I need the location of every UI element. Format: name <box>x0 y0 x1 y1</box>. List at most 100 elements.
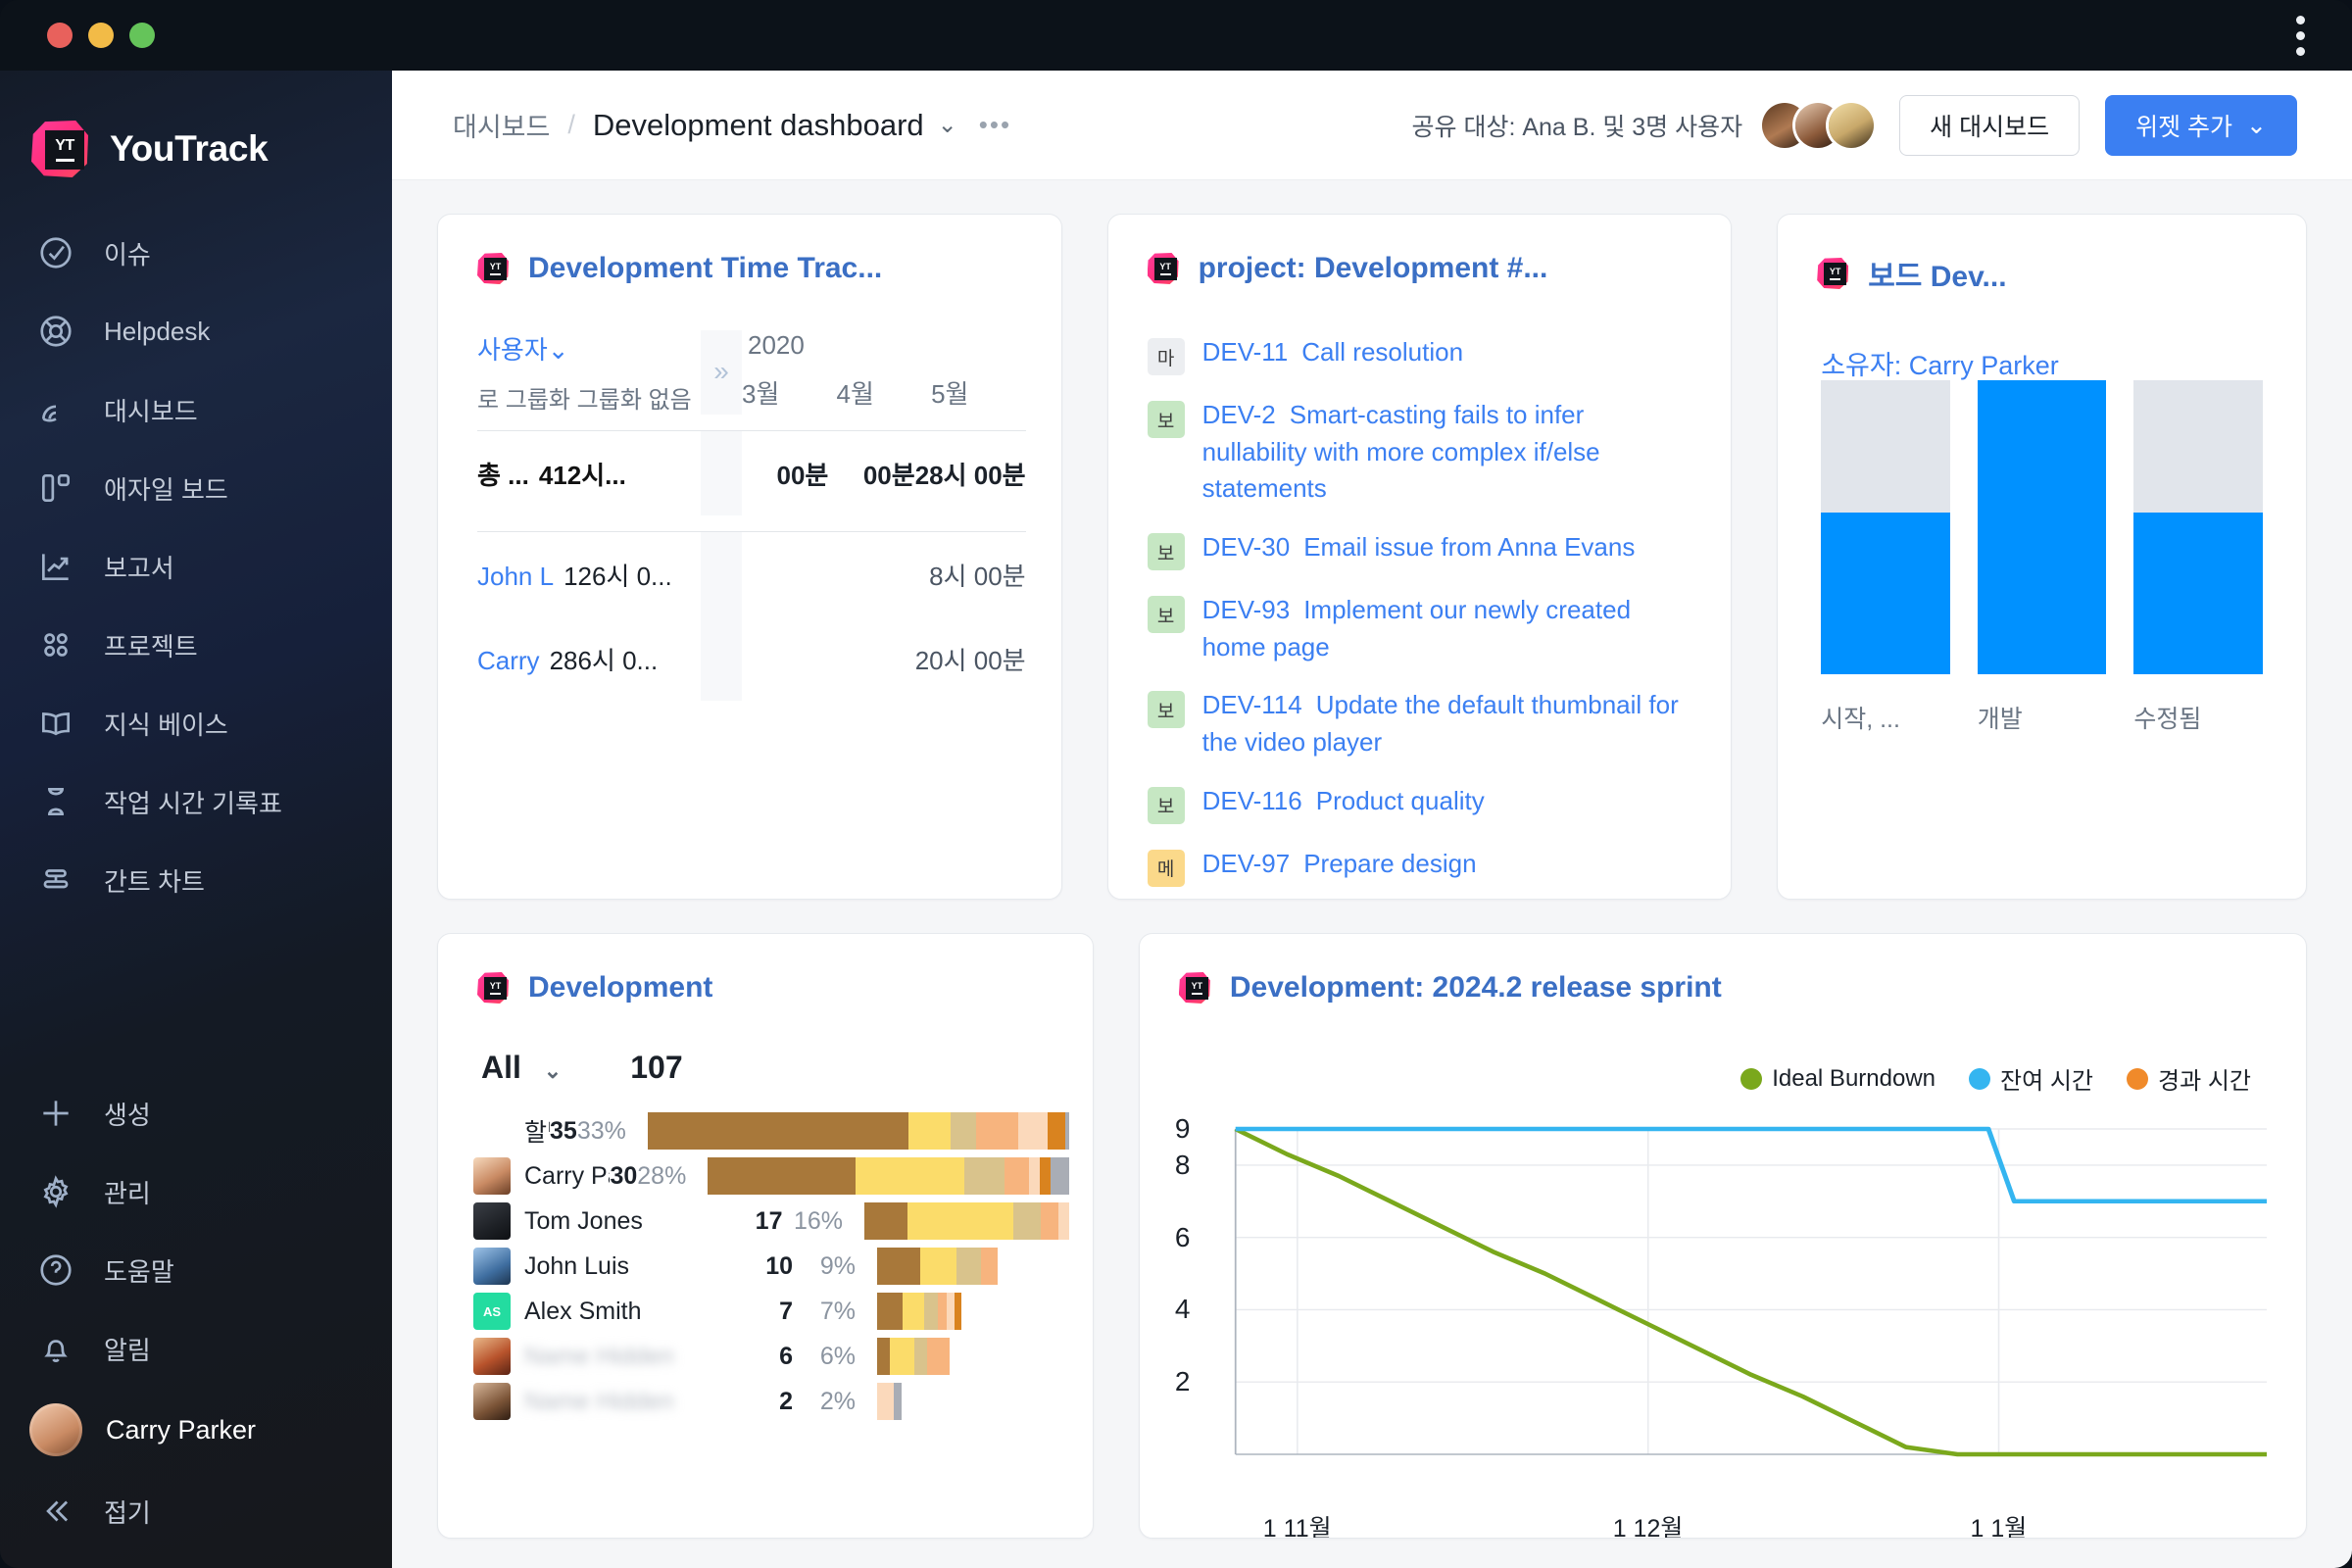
issue-link[interactable]: DEV-30 Email issue from Anna Evans <box>1202 529 1636 566</box>
list-item[interactable]: 할당되지 않음3533% <box>473 1111 1069 1151</box>
minimize-window-button[interactable] <box>88 23 114 48</box>
list-item[interactable]: 보 DEV-114 Update the default thumbnail fo… <box>1147 687 1692 760</box>
widget-burndown: YT Development: 2024.2 release sprint Id… <box>1138 933 2307 1539</box>
new-dashboard-button[interactable]: 새 대시보드 <box>1899 94 2081 156</box>
widget-title[interactable]: Development Time Trac... <box>528 252 882 285</box>
row-cell: 8시 00분 <box>929 561 1026 591</box>
close-window-button[interactable] <box>47 23 73 48</box>
list-item[interactable]: 마 DEV-11 Call resolution <box>1147 334 1692 375</box>
add-widget-button[interactable]: 위젯 추가 ⌄ <box>2105 94 2297 156</box>
grouping-controls: 사용자⌄ 로 그룹화 그룹화 없음 <box>477 330 701 415</box>
window-menu-icon[interactable] <box>2296 15 2305 56</box>
legend-item[interactable]: Ideal Burndown <box>1740 1061 1936 1096</box>
lifebuoy-icon <box>33 309 78 354</box>
issue-id: DEV-93 <box>1201 595 1291 625</box>
sidebar-collapse-button[interactable]: 접기 <box>0 1472 392 1550</box>
shared-user-avatars[interactable] <box>1762 102 1875 148</box>
list-item[interactable]: 보 DEV-93 Implement our newly created home… <box>1147 592 1692 665</box>
breadcrumb-root[interactable]: 대시보드 <box>453 106 550 144</box>
sidebar-item-label: 프로젝트 <box>104 631 198 662</box>
sidebar-item-agile-boards[interactable]: 애자일 보드 <box>0 449 392 527</box>
total-value: 412시... <box>538 460 626 490</box>
gantt-icon <box>33 858 78 903</box>
filter-select[interactable]: All ⌄ <box>481 1050 562 1086</box>
list-item[interactable]: 메 DEV-97 Prepare design <box>1147 846 1692 887</box>
issue-link[interactable]: DEV-11 Call resolution <box>1202 334 1463 371</box>
sidebar-item-label: 생성 <box>104 1100 151 1130</box>
sidebar-current-user[interactable]: Carry Parker <box>0 1388 392 1472</box>
list-item[interactable]: 보 DEV-2 Smart-casting fails to infer null… <box>1147 397 1692 508</box>
check-circle-icon <box>33 230 78 275</box>
sidebar-item-help[interactable]: 도움말 <box>0 1231 392 1309</box>
legend-item[interactable]: 잔여 시간 <box>1969 1061 2093 1096</box>
list-item[interactable]: Name Hidden 6 6% <box>473 1337 1069 1376</box>
sidebar-item-issues[interactable]: 이슈 <box>0 214 392 292</box>
chevron-down-icon: ⌄ <box>547 335 569 365</box>
assignee-count: 30 <box>610 1161 638 1190</box>
expand-columns-button[interactable]: » <box>701 330 742 415</box>
assignee-name: Name Hidden <box>524 1342 674 1370</box>
avatar <box>473 1338 511 1375</box>
sidebar-item-label: Helpdesk <box>104 316 211 346</box>
x-axis-tick: 1 11월 <box>1262 1515 1332 1539</box>
sidebar-item-helpdesk[interactable]: Helpdesk <box>0 292 392 370</box>
bell-icon <box>33 1326 78 1371</box>
widget-title[interactable]: 보드 Dev... <box>1868 252 2006 295</box>
legend-item[interactable]: 경과 시간 <box>2127 1061 2251 1096</box>
sidebar-item-administration[interactable]: 관리 <box>0 1152 392 1231</box>
row-user-link[interactable]: John L <box>477 562 554 592</box>
list-item[interactable]: 보 DEV-30 Email issue from Anna Evans <box>1147 529 1692 571</box>
sidebar-item-reports[interactable]: 보고서 <box>0 527 392 606</box>
row-cell: 20시 00분 <box>914 645 1026 675</box>
sidebar-item-knowledge-base[interactable]: 지식 베이스 <box>0 684 392 762</box>
dashboard-topbar: 대시보드 / Development dashboard ⌄ ••• 공유 대상… <box>392 71 2352 180</box>
report-chart-icon <box>33 544 78 589</box>
assignee-percent: 7% <box>819 1297 856 1325</box>
list-item[interactable]: Tom Jones 17 16% <box>473 1201 1069 1241</box>
x-axis-tick: 1 1월 <box>1970 1515 2028 1539</box>
plus-icon <box>33 1091 78 1136</box>
chevron-down-icon[interactable]: ⌄ <box>938 111 957 139</box>
issue-link[interactable]: DEV-116 Product quality <box>1202 783 1485 820</box>
breadcrumb-current[interactable]: Development dashboard <box>593 108 924 143</box>
brand-logo[interactable]: YT YouTrack <box>0 104 392 194</box>
sidebar-item-label: 지식 베이스 <box>104 710 228 740</box>
list-item[interactable]: Name Hidden 2 2% <box>473 1382 1069 1421</box>
widget-title[interactable]: project: Development #... <box>1199 252 1548 285</box>
add-widget-label: 위젯 추가 <box>2135 113 2233 141</box>
youtrack-logo-icon: YT <box>477 253 509 284</box>
group-by-sublabel: 로 그룹화 그룹화 없음 <box>477 387 692 414</box>
sidebar-item-timesheets[interactable]: 작업 시간 기록표 <box>0 762 392 841</box>
distribution-header: All ⌄ 107 <box>438 1010 1093 1086</box>
time-tracking-table: 사용자⌄ 로 그룹화 그룹화 없음 » 2020 3월 4월 5월 총 ... … <box>438 291 1061 701</box>
window-controls[interactable] <box>47 23 155 48</box>
list-item[interactable]: Carry Parker3028% <box>473 1156 1069 1196</box>
sidebar-item-gantt-charts[interactable]: 간트 차트 <box>0 841 392 919</box>
sidebar-item-projects[interactable]: 프로젝트 <box>0 606 392 684</box>
youtrack-logo-icon: YT <box>31 121 88 177</box>
board-column-bar <box>2133 380 2264 674</box>
issue-link[interactable]: DEV-2 Smart-casting fails to infer nullab… <box>1202 397 1692 508</box>
issue-link[interactable]: DEV-114 Update the default thumbnail for … <box>1202 687 1692 760</box>
list-item[interactable]: AS Alex Smith 7 7% <box>473 1292 1069 1331</box>
sidebar: YT YouTrack 이슈 Helpdesk 대시보드 애자일 보드 보고서 … <box>0 71 392 1568</box>
list-item[interactable]: 보 DEV-116 Product quality <box>1147 783 1692 824</box>
maximize-window-button[interactable] <box>129 23 155 48</box>
board-owner-name[interactable]: Carry Parker <box>1909 351 2059 380</box>
projects-grid-icon <box>33 622 78 667</box>
sidebar-item-create[interactable]: 생성 <box>0 1074 392 1152</box>
burndown-plot <box>1234 1126 2267 1457</box>
board-progress-chart: 시작, ... 개발 수정됨 <box>1821 380 2264 735</box>
issue-link[interactable]: DEV-93 Implement our newly created home p… <box>1202 592 1692 665</box>
list-item[interactable]: John Luis 10 9% <box>473 1247 1069 1286</box>
board-column-label: 개발 <box>1977 706 2023 733</box>
issue-link[interactable]: DEV-97 Prepare design <box>1202 846 1477 883</box>
sidebar-item-notifications[interactable]: 알림 <box>0 1309 392 1388</box>
sidebar-item-dashboards[interactable]: 대시보드 <box>0 370 392 449</box>
widget-title[interactable]: Development <box>528 971 712 1004</box>
row-user-link[interactable]: Carry <box>477 646 540 676</box>
widget-title[interactable]: Development: 2024.2 release sprint <box>1230 971 1722 1004</box>
dashboard-more-icon[interactable]: ••• <box>979 110 1011 140</box>
group-by-select[interactable]: 사용자⌄ <box>477 330 701 367</box>
assignee-count: 2 <box>779 1387 793 1415</box>
